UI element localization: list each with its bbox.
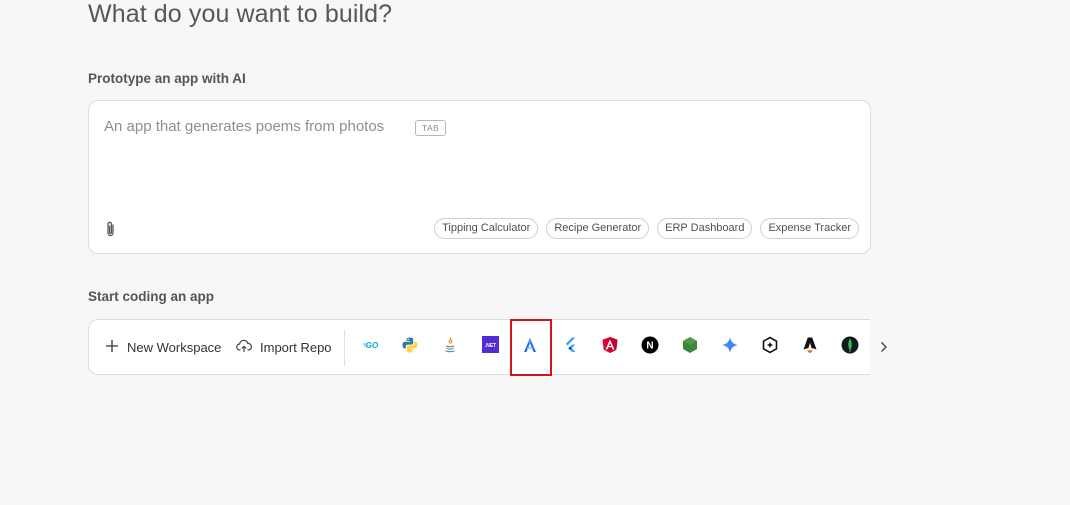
suggestion-chip-tipping-calculator[interactable]: Tipping Calculator — [434, 218, 539, 239]
suggestion-chip-recipe-generator[interactable]: Recipe Generator — [546, 218, 650, 239]
cloud-upload-icon — [236, 339, 260, 356]
prompt-input-box[interactable]: An app that generates poems from photos … — [88, 100, 871, 254]
template-java[interactable] — [440, 336, 460, 359]
gemini-icon — [721, 336, 739, 359]
astro-icon — [801, 336, 819, 359]
template-mongodb[interactable] — [840, 336, 860, 359]
import-repo-label: Import Repo — [260, 339, 332, 355]
template-go[interactable]: GO — [362, 337, 382, 357]
toolbar-divider — [344, 330, 345, 366]
astro-like-icon — [521, 336, 539, 359]
nodejs-icon — [681, 336, 699, 359]
new-workspace-button[interactable]: New Workspace — [105, 320, 221, 374]
mongodb-icon — [841, 336, 859, 359]
plus-icon — [105, 339, 127, 356]
start-coding-toolbar: New Workspace Import Repo GO .NET N — [88, 319, 870, 375]
template-nodejs[interactable] — [680, 336, 700, 359]
template-hexagon[interactable] — [760, 336, 780, 359]
template-dotnet[interactable]: .NET — [480, 336, 500, 358]
java-icon — [441, 336, 459, 359]
nextjs-icon: N — [641, 336, 659, 359]
go-icon: GO — [362, 335, 382, 360]
dotnet-icon: .NET — [481, 336, 499, 358]
suggestion-chip-expense-tracker[interactable]: Expense Tracker — [760, 218, 859, 239]
template-python[interactable] — [400, 337, 420, 357]
suggestion-chip-erp-dashboard[interactable]: ERP Dashboard — [657, 218, 753, 239]
template-highlighted[interactable] — [520, 337, 540, 357]
angular-icon — [601, 336, 619, 359]
hexagon-plus-icon — [761, 336, 779, 359]
template-gemini[interactable] — [720, 336, 740, 359]
template-angular[interactable] — [600, 336, 620, 359]
start-coding-section-label: Start coding an app — [88, 289, 215, 304]
python-icon — [401, 336, 419, 359]
prompt-placeholder[interactable]: An app that generates poems from photos — [104, 118, 384, 135]
tab-hint-badge: TAB — [415, 120, 447, 136]
suggestion-chips: Tipping Calculator Recipe Generator ERP … — [434, 218, 859, 239]
nextjs-icon-text: N — [646, 340, 653, 351]
new-workspace-label: New Workspace — [127, 339, 222, 355]
flutter-icon — [561, 336, 579, 359]
go-icon-text: GO — [366, 341, 379, 350]
paperclip-icon[interactable] — [103, 220, 119, 238]
template-astro[interactable] — [800, 337, 820, 357]
template-nextjs[interactable]: N — [640, 336, 660, 359]
page-title: What do you want to build? — [88, 0, 393, 28]
page: What do you want to build? Prototype an … — [0, 0, 1070, 505]
prototype-section-label: Prototype an app with AI — [88, 71, 246, 86]
dotnet-icon-text: .NET — [484, 343, 495, 349]
import-repo-button[interactable]: Import Repo — [236, 320, 332, 374]
chevron-right-icon — [876, 342, 892, 360]
template-flutter[interactable] — [560, 337, 580, 357]
templates-next-button[interactable] — [876, 338, 892, 356]
